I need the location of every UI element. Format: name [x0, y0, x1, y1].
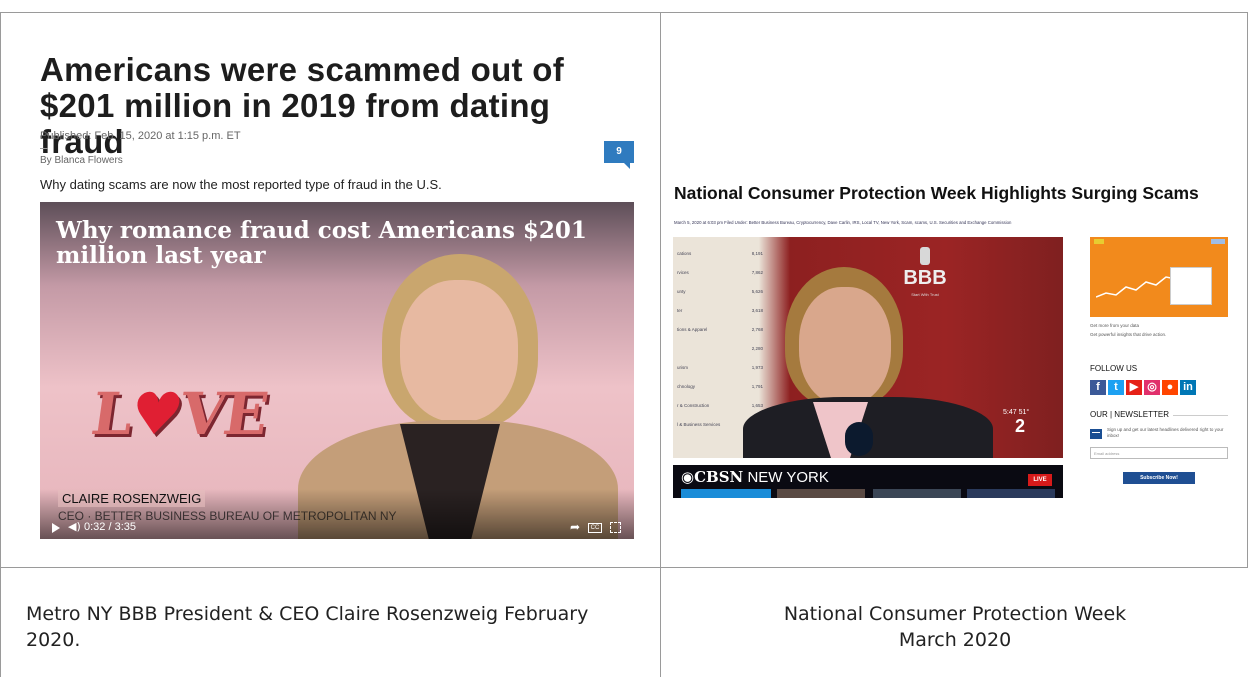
table-border-row	[0, 567, 1248, 568]
table-border-top	[0, 12, 1248, 13]
bbb-logo: BBB Start With Trust	[895, 247, 955, 317]
stat-row: urism 1,973	[677, 365, 763, 370]
mail-icon	[1090, 429, 1102, 439]
article-dek: Why dating scams are now the most report…	[40, 177, 442, 192]
captions-icon[interactable]: CC	[588, 523, 602, 533]
cbsn-label: ◉CBSN NEW YORK	[681, 468, 829, 486]
ad-text: Get powerful insights that drive action.	[1090, 332, 1167, 337]
torch-icon	[920, 247, 930, 265]
lower-third-name: CLAIRE ROSENZWEIG	[58, 490, 206, 507]
comment-count-badge[interactable]: 9	[604, 141, 634, 169]
stat-label: unty	[677, 289, 686, 294]
heart-icon: ♥	[126, 380, 186, 448]
instagram-icon[interactable]: ◎	[1144, 380, 1160, 395]
stat-value: 3,618	[751, 308, 763, 313]
stat-label: rvices	[677, 270, 689, 275]
published-date: Published: Feb. 15, 2020 at 1:15 p.m. ET	[40, 130, 241, 142]
video-player[interactable]: cations 8,191 rvices 7,862 unty 5,626 ter 3,618…	[673, 237, 1063, 458]
facebook-icon[interactable]: f	[1090, 380, 1106, 395]
twitter-icon[interactable]: t	[1108, 380, 1124, 395]
divider	[1173, 415, 1228, 416]
cbs-article-screenshot: National Consumer Protection Week Highli…	[670, 165, 1240, 505]
live-badge: LIVE	[1028, 474, 1052, 486]
stat-label: ter	[677, 308, 683, 313]
table-border-middle	[660, 12, 661, 677]
bbb-logo-text: BBB	[903, 267, 947, 289]
stat-label: cations	[677, 251, 692, 256]
social-icons: f t ▶ ◎ ● in	[1090, 380, 1196, 395]
cbsn-city: NEW YORK	[747, 469, 829, 486]
person-face	[400, 280, 518, 422]
play-icon[interactable]	[52, 523, 60, 533]
stat-row: ter 3,618	[677, 308, 763, 313]
bug-time: 5:47 51°	[1003, 409, 1030, 416]
stat-value: 2,280	[751, 346, 763, 351]
table-border-left	[0, 12, 1, 677]
cbsn-brand: CBSN	[694, 468, 744, 486]
stat-label: chnology	[677, 384, 696, 389]
volume-icon[interactable]: ◀)	[68, 520, 81, 533]
stat-value: 7,862	[751, 270, 763, 275]
stat-row: cations 8,191	[677, 251, 763, 256]
subscribe-button[interactable]: Subscribe Now!	[1123, 472, 1195, 484]
bbb-tagline: Start With Trust	[911, 292, 939, 297]
caption-right-line1: National Consumer Protection Week	[783, 603, 1127, 625]
newsletter-description: Sign up and get our latest headlines del…	[1107, 427, 1224, 438]
stat-value: 2,768	[751, 327, 763, 332]
caption-right: National Consumer Protection Week March …	[662, 601, 1248, 653]
stat-label: urism	[677, 365, 688, 370]
stat-row: 2,280	[677, 346, 763, 351]
station-bug: 5:47 51° 2	[1003, 409, 1049, 439]
cbsn-thumbnail[interactable]	[777, 489, 865, 498]
ad-chart-graphic	[1096, 276, 1176, 298]
email-input[interactable]: Email address	[1090, 447, 1228, 459]
stat-row: tions & Apparel 2,768	[677, 327, 763, 332]
stat-row: rvices 7,862	[677, 270, 763, 275]
article-headline: National Consumer Protection Week Highli…	[674, 183, 1199, 203]
divider	[40, 148, 48, 149]
ad-card	[1170, 267, 1212, 305]
love-graphic: L♥VE	[87, 380, 271, 448]
share-icon[interactable]: ➦	[570, 520, 580, 534]
linkedin-icon[interactable]: in	[1180, 380, 1196, 395]
stat-value: 1,653	[751, 403, 763, 408]
ad-tag	[1094, 239, 1104, 244]
byline: By Blanca Flowers	[40, 155, 123, 166]
cbsn-thumbnail[interactable]	[681, 489, 771, 498]
ad-text: Get more from your data	[1090, 323, 1140, 328]
caption-right-line2: March 2020	[898, 629, 1012, 651]
stat-value: 1,973	[751, 365, 763, 370]
person-face	[799, 287, 891, 405]
stat-value: 8,191	[751, 251, 763, 256]
newsletter-heading: OUR | NEWSLETTER	[1090, 410, 1169, 419]
stat-row: unty 5,626	[677, 289, 763, 294]
stat-value: 1,791	[751, 384, 763, 389]
video-player[interactable]: Why romance fraud cost Americans $201 mi…	[40, 202, 634, 539]
cbsn-bar: ◉CBSN NEW YORK LIVE	[673, 465, 1063, 498]
bug-channel: 2	[1015, 416, 1026, 436]
cbsn-thumbnail[interactable]	[967, 489, 1055, 498]
youtube-icon[interactable]: ▶	[1126, 380, 1142, 395]
stat-row: r & Construction 1,653	[677, 403, 763, 408]
article-headline: Americans were scammed out of $201 milli…	[40, 51, 565, 160]
sidebar: Get more from your data Get powerful ins…	[1085, 237, 1235, 497]
microphone-icon	[845, 422, 873, 456]
video-title: Why romance fraud cost Americans $201 mi…	[56, 217, 587, 269]
follow-us-heading: FOLLOW US	[1090, 364, 1138, 373]
article-meta: March 5, 2020 at 6:03 pm Filed Under: Be…	[674, 220, 1012, 225]
cbsn-thumbnail[interactable]	[873, 489, 961, 498]
fullscreen-icon[interactable]	[610, 522, 621, 533]
marketwatch-article-screenshot: Americans were scammed out of $201 milli…	[30, 40, 640, 545]
video-controls: ◀) 0:32 / 3:35 ➦ CC	[40, 518, 634, 539]
stat-label: r & Construction	[677, 403, 710, 408]
stat-row: chnology 1,791	[677, 384, 763, 389]
video-time: 0:32 / 3:35	[84, 521, 136, 533]
stat-label: tions & Apparel	[677, 327, 708, 332]
ad-close-icon[interactable]	[1211, 239, 1225, 244]
reddit-icon[interactable]: ●	[1162, 380, 1178, 395]
advertisement[interactable]	[1090, 237, 1228, 317]
stat-value: 5,626	[751, 289, 763, 294]
stat-label: l & Business Services	[677, 422, 721, 427]
caption-left: Metro NY BBB President & CEO Claire Rose…	[26, 603, 589, 651]
